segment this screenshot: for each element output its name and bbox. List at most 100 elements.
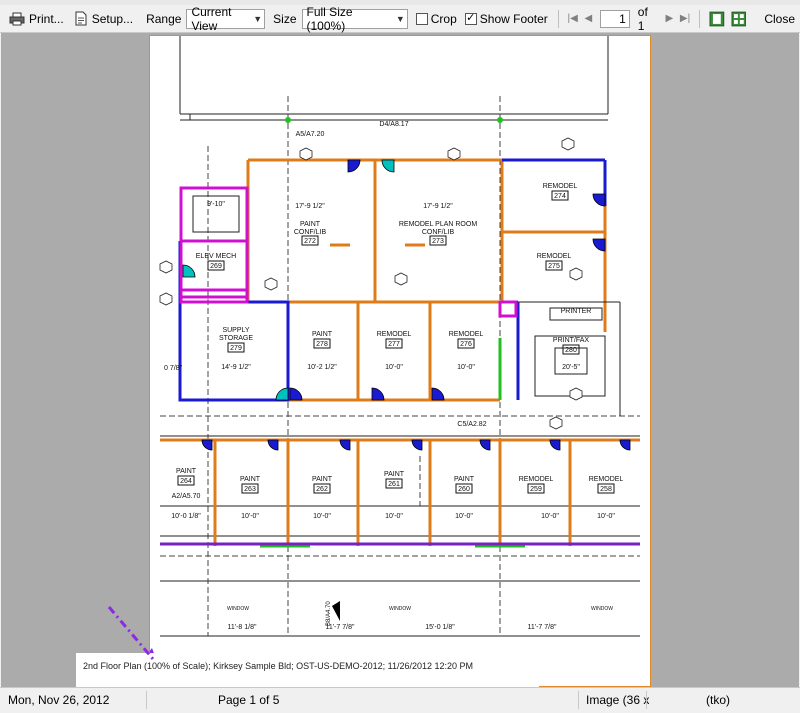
plan-dimension: 10'-0" [541,513,559,520]
plan-room-label: REMODEL PLAN ROOM [399,221,477,228]
plan-window-label: WINDOW [227,606,249,612]
plan-room-number: 263 [244,486,256,493]
plan-room-label: STORAGE [219,335,253,342]
single-page-view-icon[interactable] [709,11,725,27]
plan-room-label: REMODEL [589,476,624,483]
page-of-label: of 1 [637,4,648,33]
plan-room-number: 260 [458,486,470,493]
plan-dimension: 0 7/8" [164,365,183,372]
status-page: Page 1 of 5 [218,693,280,707]
plan-room-number: 258 [600,486,612,493]
previous-page-icon[interactable]: ◀ [581,13,597,24]
first-page-icon[interactable]: |◀ [565,13,581,24]
plan-room-number: 279 [230,345,242,352]
plan-room-label: REMODEL [377,331,412,338]
plan-room-label: PAINT [312,331,333,338]
plan-dimension: 10'-0" [457,364,475,371]
plan-reference: A2/A5.70 [172,493,201,500]
chevron-down-icon: ▼ [253,13,263,24]
page-setup-icon [75,11,87,26]
plan-room-number: 280 [565,347,577,354]
chevron-down-icon: ▼ [395,13,405,24]
plan-dimension: 10'-0" [385,364,403,371]
crop-checkbox[interactable]: Crop [412,12,461,26]
plan-room-label: CONF/LIB [422,229,455,236]
plan-room-label: PAINT [384,471,405,478]
plan-room-label: ELEV MECH [196,253,236,260]
plan-dimension: 17'-9 1/2" [423,203,453,210]
size-select[interactable]: Full Size (100%) ▼ [301,5,408,33]
range-select[interactable]: Current View ▼ [186,5,266,33]
range-value: Current View [191,4,232,33]
status-user: (tko) [706,693,730,707]
plan-room-label: PAINT [312,476,333,483]
plan-dimension: 10'-0" [455,513,473,520]
plan-room-label: REMODEL [543,183,578,190]
crop-label: Crop [430,11,457,26]
plan-room-number: 262 [316,486,328,493]
setup-label: Setup... [91,11,134,26]
plan-room-number: 264 [180,478,192,485]
status-date: Mon, Nov 26, 2012 [8,693,110,707]
plan-room-label: PAINT [300,221,321,228]
plan-room-number: 273 [432,238,444,245]
preview-page: PAINT CONF/LIB 272 REMODEL PLAN ROOM CON… [149,35,651,687]
plan-dimension: 10'-0" [313,513,331,520]
preview-canvas[interactable]: PAINT CONF/LIB 272 REMODEL PLAN ROOM CON… [1,33,799,687]
plan-dimension: 10'-0" [241,513,259,520]
plan-dimension: 10'-0 1/8" [171,513,201,520]
plan-dimension: 15'-0 1/8" [425,624,455,631]
plan-dimension: 17'-9 1/2" [295,203,325,210]
plan-dimension: 10'-0" [385,513,403,520]
plan-room-label: PAINT [454,476,475,483]
plan-room-label: PAINT [176,468,197,475]
plan-room-label: PAINT [240,476,261,483]
plan-room-label: REMODEL [519,476,554,483]
plan-room-number: 276 [460,341,472,348]
toolbar-separator [698,9,700,28]
plan-room-number: 277 [388,341,400,348]
setup-button[interactable]: Setup... [69,9,138,28]
last-page-icon[interactable]: ▶| [677,13,693,24]
size-label: Size [273,11,297,26]
checkmark-icon: ✓ [464,12,477,25]
plan-reference: C5/A2.82 [457,421,486,428]
print-preview-toolbar: Print... Setup... Range Current View ▼ S… [0,5,800,33]
status-image: Image (36 x [586,693,650,707]
range-label: Range [146,11,182,26]
plan-window-label: WINDOW [389,606,411,612]
plan-room-label: REMODEL [537,253,572,260]
page-number-input[interactable]: 1 [600,9,630,28]
plan-dimension: 10'-2 1/2" [307,364,337,371]
print-label: Print... [29,11,64,26]
plan-room-label: CONF/LIB [294,229,327,236]
plan-room-number: 274 [554,193,566,200]
status-bar: Mon, Nov 26, 2012 Page 1 of 5 Image (36 … [0,687,800,713]
plan-room-label: PRINTER [561,308,592,315]
floor-plan-drawing: PAINT CONF/LIB 272 REMODEL PLAN ROOM CON… [150,36,640,664]
plan-room-label: REMODEL [449,331,484,338]
plan-reference: B8/A4.70 [326,601,332,626]
close-button[interactable]: Close [759,10,800,28]
plan-room-number: 269 [210,263,222,270]
status-divider [578,691,579,709]
plan-dimension: 11'-8 1/8" [228,624,258,631]
size-value: Full Size (100%) [306,4,353,33]
plan-dimension: 14'-9 1/2" [221,364,251,371]
plan-room-number: 259 [530,486,542,493]
plan-room-number: 278 [316,341,328,348]
plan-dimension: 10'-0" [597,513,615,520]
status-divider [146,691,147,709]
print-button[interactable]: Print... [4,10,69,28]
plan-dimension: 11'-7 7/8" [528,624,558,631]
checkbox-icon [415,12,428,25]
multi-page-view-icon[interactable] [731,11,747,27]
plan-reference: D4/A8.17 [379,121,408,128]
plan-room-number: 275 [548,263,560,270]
show-footer-checkbox[interactable]: ✓ Show Footer [461,12,552,26]
status-divider [646,691,647,709]
plan-dimension: 9'-10" [207,201,225,208]
next-page-icon[interactable]: ▶ [661,13,677,24]
plan-window-label: WINDOW [591,606,613,612]
annotation-arrow [107,606,155,660]
